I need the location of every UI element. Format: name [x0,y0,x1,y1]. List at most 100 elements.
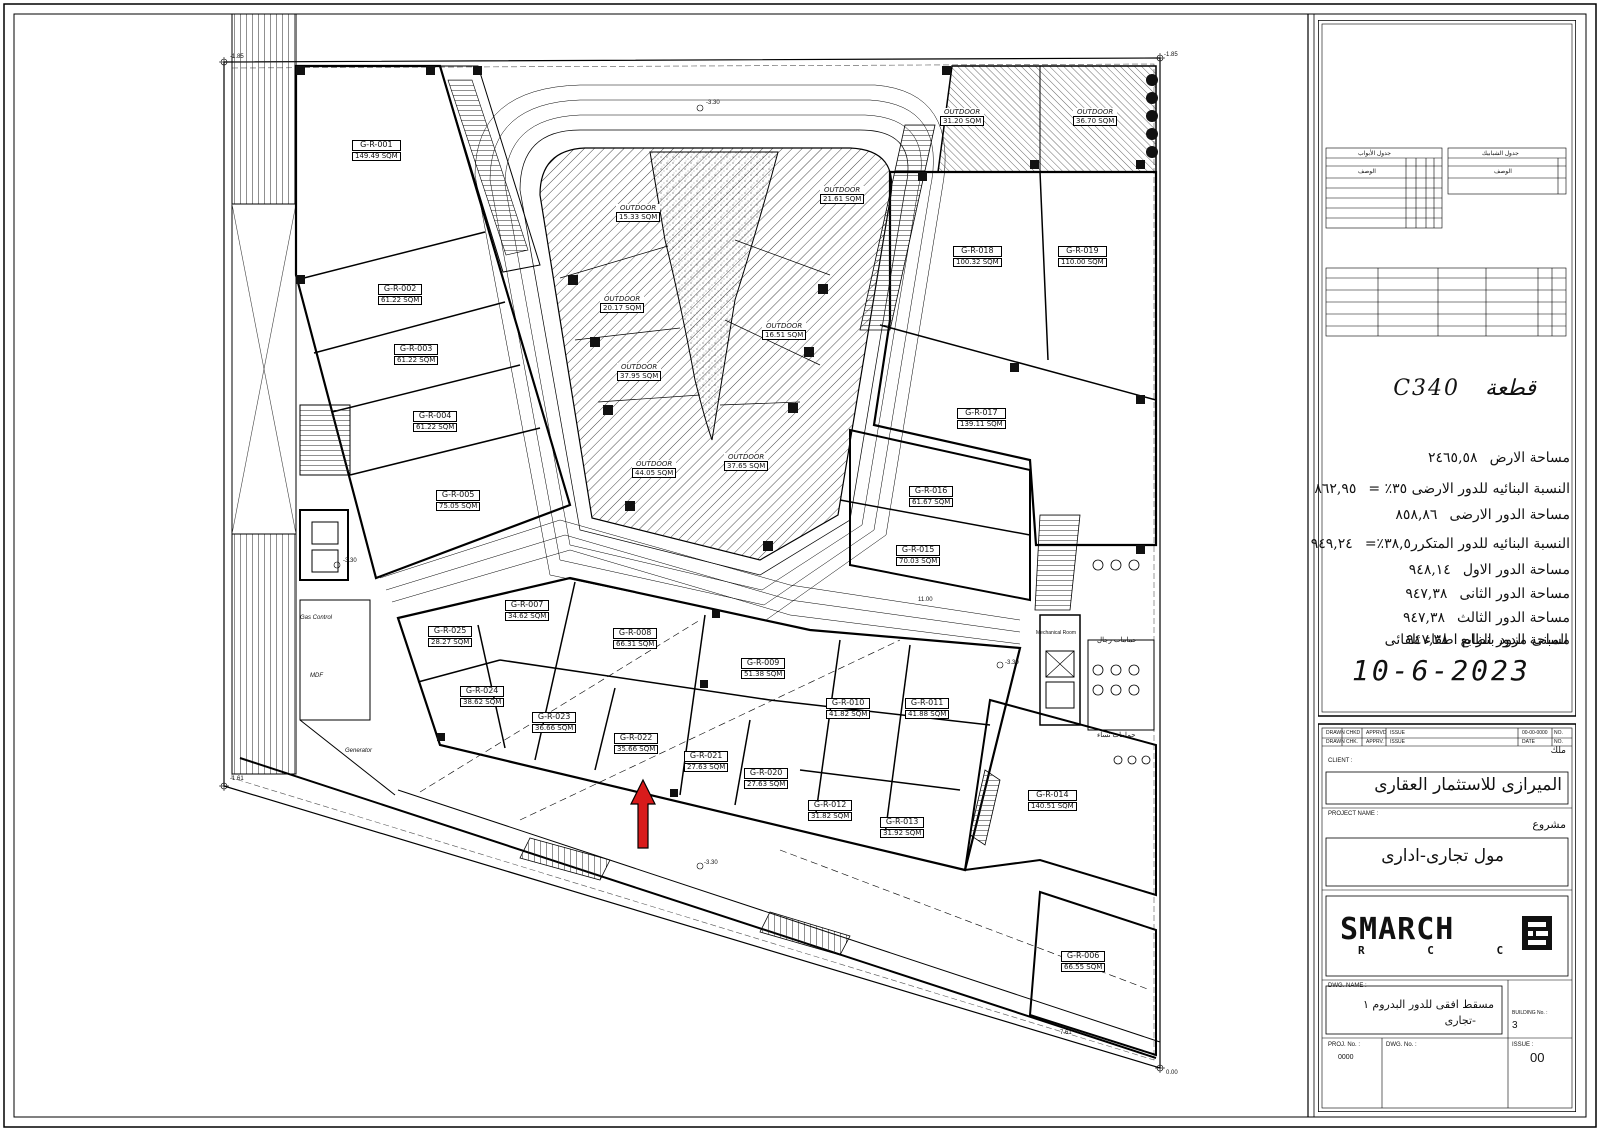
date-stamp: 10-6-2023 [1352,654,1531,687]
outdoor-area: 20.17 SQM [600,303,645,314]
unit-id: G-R-003 [394,344,439,355]
unit-id: G-R-020 [744,768,789,779]
dwg-name-line1: مسقط افقى للدور البدروم ١ [1363,998,1494,1011]
doors-table-title: جدول الأبواب [1358,151,1391,157]
area-stat-label: مساحة الدور الثانى [1459,586,1570,602]
area-stat-label: النسبة البنائيه للدور الارضى ٣٥٪ = [1368,481,1570,497]
unit-area: 110.00 SQM [1058,257,1107,268]
ramp-strip-top [231,13,297,205]
unit-label: G-R-008 66.31 SQM [613,628,658,650]
unit-id: G-R-022 [614,733,659,744]
unit-area: 28.27 SQM [428,637,473,648]
unit-area: 36.66 SQM [532,723,577,734]
unit-label: G-R-016 61.67 SQM [909,486,954,508]
outdoor-label: OUTDOOR 21.61 SQM [820,186,865,205]
unit-label: G-R-014 140.51 SQM [1028,790,1077,812]
level-marker: -1.61 [230,776,244,782]
outdoor-label-text: OUTDOOR [616,204,661,213]
proj-no: 0000 [1338,1054,1354,1061]
unit-area: 61.67 SQM [909,497,954,508]
area-stat-row: النسبة البنائيه للدور المتكرر٣٨,٥٪= ٩٤٩,٢… [1311,536,1570,552]
doors-desc-header: الوصف [1358,169,1376,175]
unit-label: G-R-010 41.82 SQM [826,698,871,720]
outdoor-label: OUTDOOR 15.33 SQM [616,204,661,223]
project-name: مول تجارى-ادارى [1381,846,1504,866]
windows-table-title: جدول الشبابيك [1482,151,1519,157]
plot-heading: C340 قطعة [1393,376,1536,401]
revision-cell: DRAWN [1326,730,1345,736]
unit-label: G-R-022 35.66 SQM [614,733,659,755]
outdoor-area: 16.51 SQM [762,330,807,341]
unit-id: G-R-002 [378,284,423,295]
dwg-no-label: DWG. No. : [1386,1042,1417,1048]
plot-code: C340 [1393,376,1461,401]
dimension: 11.00 [918,597,933,603]
owner-label: ملك [1550,746,1566,756]
proj-no-label: PROJ. No. : [1328,1042,1361,1048]
area-stat-label: مساحة الدور الثالث [1457,610,1570,626]
unit-area: 31.82 SQM [808,811,853,822]
outdoor-label-text: OUTDOOR [632,460,677,469]
unit-area: 27.63 SQM [744,779,789,790]
level-marker: -1.85 [230,54,244,60]
area-stat-value: ٩٤٩,٢٤ [1310,536,1353,552]
unit-area: 38.62 SQM [460,697,505,708]
dwg-name-label: DWG. NAME : [1328,983,1367,989]
unit-label: G-R-001 149.49 SQM [352,140,401,162]
outdoor-label-text: OUTDOOR [724,453,769,462]
unit-area: 66.55 SQM [1061,962,1106,973]
title-block: جدول الأبواب جدول الشبابيك الوصف الوصف C… [1311,20,1576,1112]
unit-id: G-R-004 [413,411,458,422]
unit-id: G-R-013 [880,817,925,828]
outdoor-area: 37.95 SQM [617,371,662,382]
unit-id: G-R-019 [1058,246,1107,257]
room-generator: Generator [345,748,373,754]
level-marker: -3.30 [1005,660,1019,666]
revision-cell: DRAWN [1326,739,1345,745]
unit-label: G-R-003 61.22 SQM [394,344,439,366]
area-stat-row: مساحة الدور الثانى ٩٤٧,٣٨ [1405,586,1570,602]
unit-area: 27.63 SQM [684,762,729,773]
issue-label: ISSUE : [1512,1042,1534,1048]
area-stat-value: ٩٤٧,٣٨ [1405,586,1448,602]
unit-label: G-R-018 100.32 SQM [953,246,1002,268]
unit-label: G-R-024 38.62 SQM [460,686,505,708]
outdoor-label-text: OUTDOOR [940,108,985,117]
dwg-name-line2: -تجارى [1444,1014,1476,1027]
unit-label: G-R-025 28.27 SQM [428,626,473,648]
unit-area: 100.32 SQM [953,257,1002,268]
unit-id: G-R-012 [808,800,853,811]
area-stat-value: ٩٤٧,٣٨ [1402,610,1445,626]
unit-id: G-R-024 [460,686,505,697]
bottom-block [396,576,1022,872]
revision-cell: APPRVD [1366,730,1387,736]
area-stat-label: مساحة الارض [1489,450,1570,466]
unit-id: G-R-006 [1061,951,1106,962]
outdoor-label: OUTDOOR 20.17 SQM [600,295,645,314]
revision-cell: ISSUE [1390,730,1406,736]
room-mdf: MDF [310,673,323,679]
unit-id: G-R-001 [352,140,401,151]
client-name: الميرازى للاستثمار العقارى [1374,775,1562,795]
level-marker: -3.30 [704,860,718,866]
outdoor-label-text: OUTDOOR [617,363,662,372]
revision-cell: NO. [1554,730,1563,736]
area-stat-value: ٩٤٨,١٤ [1408,562,1451,578]
outdoor-area: 31.20 SQM [940,116,985,127]
unit-label: G-R-012 31.82 SQM [808,800,853,822]
unit-label: G-R-015 70.03 SQM [896,545,941,567]
outdoor-area: 21.61 SQM [820,194,865,205]
unit-label: G-R-019 110.00 SQM [1058,246,1107,268]
outdoor-label: OUTDOOR 31.20 SQM [940,108,985,127]
unit-label: G-R-023 36.66 SQM [532,712,577,734]
ramp-strip-bottom [231,533,297,775]
unit-label: G-R-013 31.92 SQM [880,817,925,839]
room-womens-wc: حمامات نساء [1097,732,1136,739]
outdoor-label: OUTDOOR 44.05 SQM [632,460,677,479]
revision-cell: CHK. [1346,739,1358,745]
unit-id: G-R-014 [1028,790,1077,801]
dimension: 7.61 [1060,1030,1072,1036]
area-stat-label: مساحة الدور الارضى [1449,507,1570,523]
revision-cell: CHKD [1346,730,1361,736]
unit-label: G-R-011 41.88 SQM [905,698,950,720]
